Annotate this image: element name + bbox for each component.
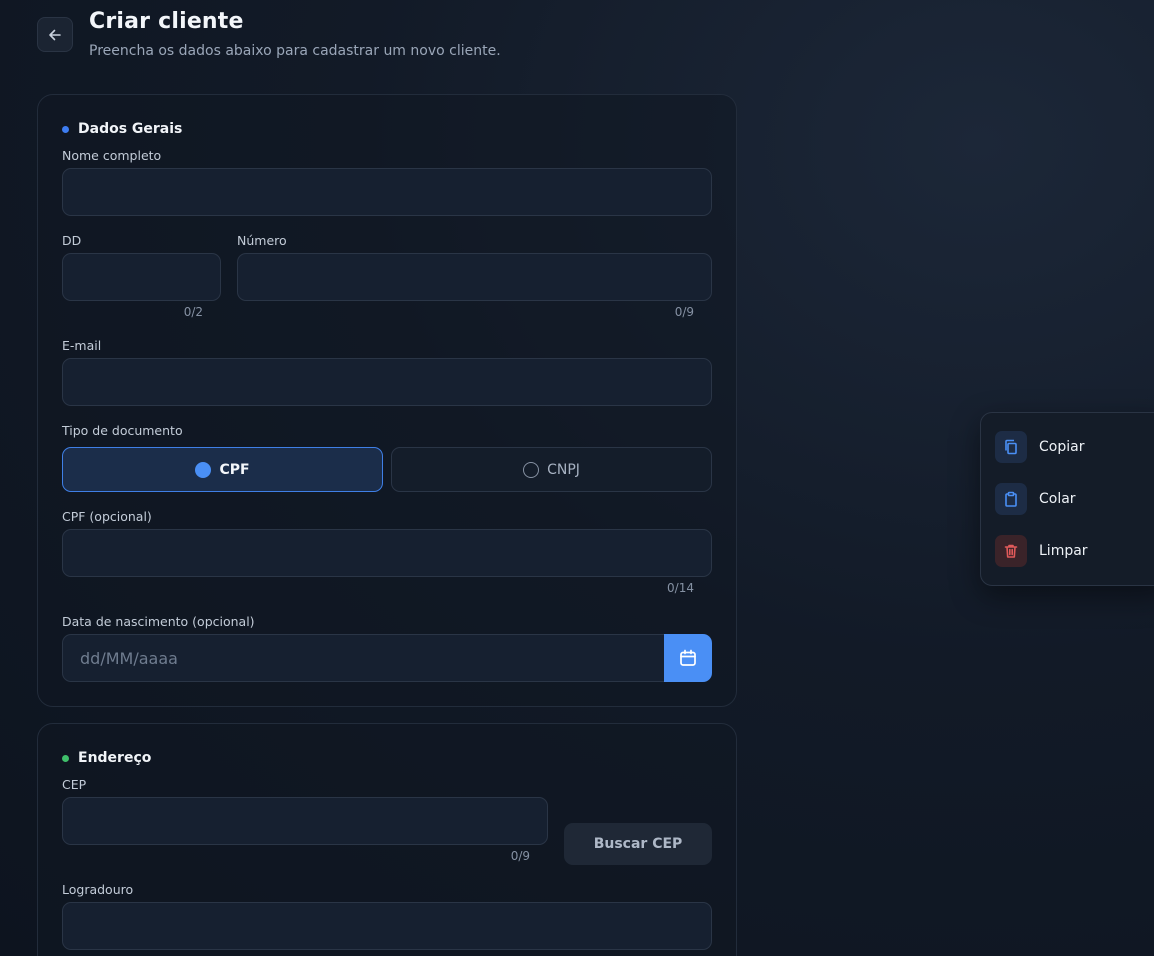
create-client-page: Criar cliente Preencha os dados abaixo p…: [0, 0, 1154, 956]
section-title-general: Dados Gerais: [62, 121, 182, 137]
email-label: E-mail: [62, 338, 102, 353]
section-title-text: Endereço: [78, 750, 152, 766]
cep-counter: 0/9: [510, 849, 530, 863]
ddd-label: DD: [62, 233, 82, 248]
context-menu-clear[interactable]: Limpar: [995, 535, 1154, 567]
section-dot: [62, 125, 69, 133]
cep-input[interactable]: [62, 797, 548, 845]
email-input[interactable]: [62, 358, 712, 406]
back-button[interactable]: [37, 17, 73, 52]
context-menu-label: Limpar: [1039, 543, 1088, 559]
radio-checked-icon: [195, 461, 212, 478]
context-menu-label: Colar: [1039, 491, 1076, 507]
doc-type-cpf-option[interactable]: CPF: [62, 447, 383, 492]
phone-number-input[interactable]: [237, 253, 712, 301]
doc-option-label: CNPJ: [547, 461, 580, 478]
number-label: Número: [237, 233, 287, 248]
page-subtitle: Preencha os dados abaixo para cadastrar …: [89, 43, 501, 59]
cpf-label: CPF (opcional): [62, 509, 152, 524]
section-dot: [62, 754, 69, 762]
doc-type-cnpj-option[interactable]: CNPJ: [391, 447, 712, 492]
name-input[interactable]: [62, 168, 712, 216]
general-data-card: Dados Gerais Nome completo DD 0/2 Número…: [37, 94, 737, 707]
ddd-input[interactable]: [62, 253, 221, 301]
cpf-input[interactable]: [62, 529, 712, 577]
calendar-button[interactable]: [664, 634, 712, 682]
context-menu-label: Copiar: [1039, 439, 1085, 455]
section-title-text: Dados Gerais: [78, 121, 183, 137]
section-title-address: Endereço: [62, 750, 151, 766]
page-title: Criar cliente: [89, 9, 244, 34]
copy-icon: [995, 431, 1027, 463]
search-cep-button[interactable]: Buscar CEP: [564, 823, 712, 865]
cpf-counter: 0/14: [667, 581, 694, 595]
street-input[interactable]: [62, 902, 712, 950]
doc-type-label: Tipo de documento: [62, 423, 183, 438]
birth-date-input[interactable]: [62, 634, 666, 682]
ddd-counter: 0/2: [183, 305, 203, 319]
calendar-icon: [680, 649, 696, 666]
context-menu-paste[interactable]: Colar: [995, 483, 1154, 515]
doc-option-label: CPF: [219, 461, 250, 478]
name-label: Nome completo: [62, 148, 162, 163]
arrow-left-icon: [49, 29, 61, 40]
clipboard-icon: [995, 483, 1027, 515]
trash-icon: [995, 535, 1027, 567]
context-menu-copy[interactable]: Copiar: [995, 431, 1154, 463]
birth-date-label: Data de nascimento (opcional): [62, 614, 255, 629]
street-label: Logradouro: [62, 882, 134, 897]
cep-label: CEP: [62, 777, 87, 792]
radio-unchecked-icon: [523, 461, 540, 478]
number-counter: 0/9: [674, 305, 694, 319]
context-menu: Copiar Colar Limpar: [980, 412, 1154, 586]
address-card: Endereço CEP 0/9 Buscar CEP Logradouro: [37, 723, 737, 956]
